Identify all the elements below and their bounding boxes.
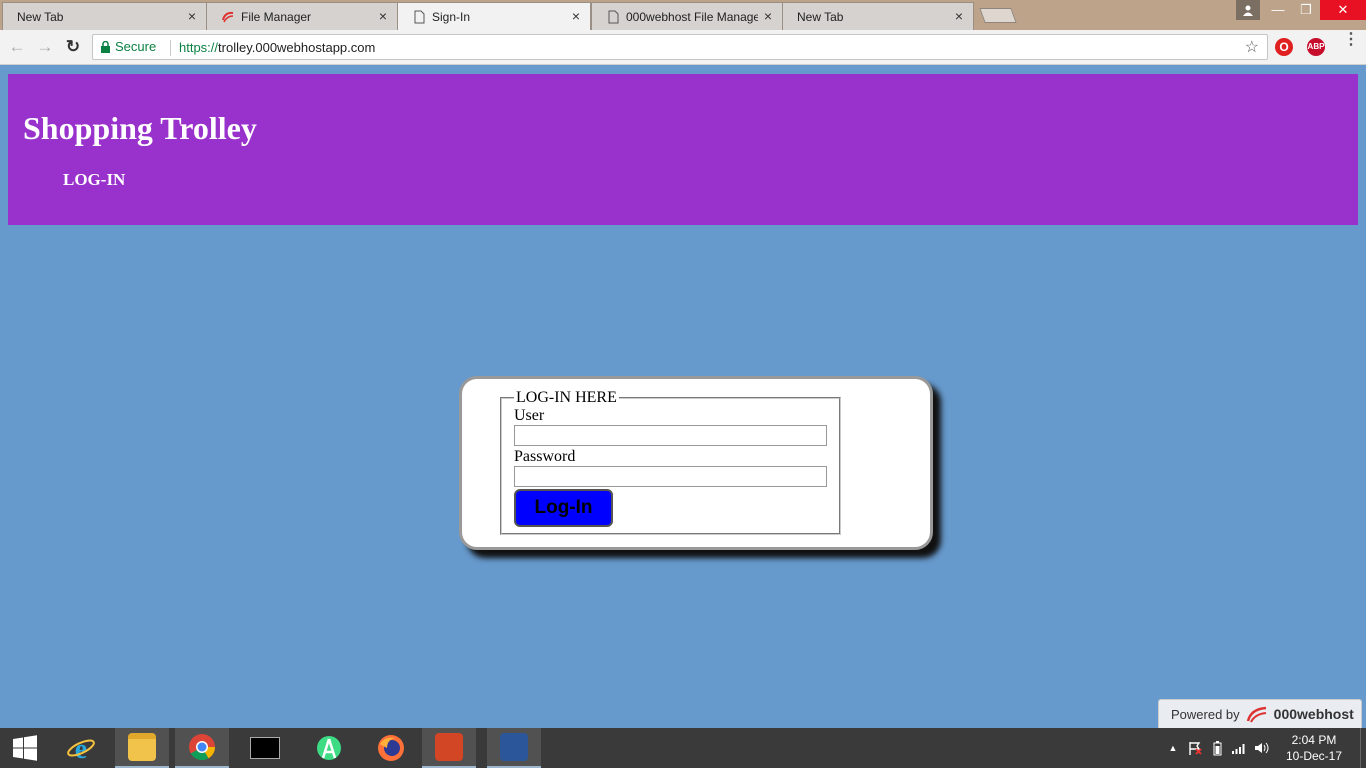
system-tray: ▲ 2:04 PM 10-Dec-17 [1162,728,1366,768]
bookmark-star-icon[interactable]: ☆ [1245,37,1259,57]
svg-text:e: e [75,734,87,763]
address-bar[interactable]: Secure https://trolley.000webhostapp.com… [92,34,1268,60]
start-icon [13,735,37,761]
taskbar-chrome[interactable] [175,728,229,768]
user-icon[interactable] [1236,0,1260,20]
close-window-button[interactable]: ✕ [1320,0,1366,20]
opera-extension-icon[interactable]: O [1275,38,1293,56]
taskbar-file-explorer[interactable] [115,728,169,768]
url-scheme: https:// [179,40,219,55]
close-icon[interactable]: × [188,8,196,24]
000webhost-icon [222,11,234,23]
internet-explorer-icon: e [67,734,95,763]
volume-icon[interactable] [1252,740,1270,756]
divider [170,40,171,56]
taskbar-powerpoint[interactable] [422,728,476,768]
firefox-icon [378,735,404,761]
login-card: LOG-IN HERE User Password Log-In [459,376,933,550]
url-text[interactable]: https://trolley.000webhostapp.com [179,40,375,55]
restore-button[interactable]: ❐ [1292,0,1320,20]
powered-by-label: Powered by [1171,706,1240,722]
powerpoint-icon [435,733,463,761]
file-explorer-icon [128,733,156,761]
taskbar-firefox[interactable] [364,728,418,768]
taskbar-word[interactable] [487,728,541,768]
windows-taskbar: e ▲ 2:04 PM 10-Dec-17 [0,728,1366,768]
command-prompt-icon [250,737,280,759]
tab-title: New Tab [17,10,64,24]
show-desktop-button[interactable] [1360,728,1366,768]
battery-icon[interactable] [1208,740,1226,756]
chrome-menu-icon[interactable]: ⋮ [1343,32,1359,48]
adblock-plus-icon[interactable]: ABP [1307,38,1325,56]
taskbar-android-studio[interactable] [302,728,356,768]
tab-sign-in[interactable]: Sign-In × [397,2,591,30]
tab-new-tab-2[interactable]: New Tab × [782,2,974,30]
tab-title: Sign-In [432,10,471,24]
android-studio-icon [317,736,341,760]
show-hidden-icons-chevron-icon[interactable]: ▲ [1164,743,1182,753]
close-icon[interactable]: × [764,8,772,24]
clock-date: 10-Dec-17 [1285,749,1342,763]
tab-title: New Tab [797,10,844,24]
user-input[interactable] [514,425,827,446]
taskbar-command-prompt[interactable] [238,728,292,768]
page-icon [414,10,425,24]
close-icon[interactable]: × [572,8,580,24]
reload-button[interactable]: ↻ [62,36,84,58]
word-icon [500,733,528,761]
tab-000webhost-file-manager[interactable]: 000webhost File Manage × [591,2,783,30]
network-signal-icon[interactable] [1230,740,1248,756]
tab-title: File Manager [241,10,312,24]
user-label: User [514,407,545,424]
login-legend: LOG-IN HERE [516,389,617,406]
tab-new-tab-1[interactable]: New Tab × [2,2,207,30]
url-host: trolley.000webhostapp.com [218,40,376,55]
chrome-icon [189,734,216,761]
action-center-flag-icon[interactable] [1186,740,1204,756]
password-label: Password [514,448,576,465]
start-button[interactable] [0,728,50,768]
site-header: Shopping Trolley LOG-IN [8,74,1358,225]
page-viewport: Shopping Trolley LOG-IN LOG-IN HERE User… [0,66,1366,729]
window-controls: — ❐ ✕ [1236,0,1366,20]
login-button[interactable]: Log-In [514,489,613,527]
000webhost-icon [1246,706,1266,723]
secure-indicator[interactable]: Secure [101,39,156,54]
browser-tab-strip: New Tab × File Manager × Sign-In × 000we… [0,0,1366,30]
powered-by-badge[interactable]: Powered by 000webhost [1158,699,1362,729]
back-button[interactable]: ← [6,36,28,58]
taskbar-internet-explorer[interactable]: e [54,728,108,768]
taskbar-clock[interactable]: 2:04 PM 10-Dec-17 [1286,732,1342,764]
login-fieldset: LOG-IN HERE User Password Log-In [500,389,841,535]
clock-time: 2:04 PM [1291,733,1337,747]
new-tab-button[interactable] [979,8,1017,23]
tab-file-manager[interactable]: File Manager × [206,2,398,30]
lock-icon [101,40,110,53]
minimize-button[interactable]: — [1264,0,1292,20]
page-icon [608,10,619,24]
close-icon[interactable]: × [955,8,963,24]
close-icon[interactable]: × [379,8,387,24]
password-input[interactable] [514,466,827,487]
site-title: Shopping Trolley [23,110,257,146]
nav-login-link[interactable]: LOG-IN [63,170,125,190]
forward-button[interactable]: → [34,36,56,58]
tab-title: 000webhost File Manage [626,10,758,24]
secure-label: Secure [115,39,157,54]
browser-toolbar: ← → ↻ Secure https://trolley.000webhosta… [0,30,1366,65]
powered-by-brand: 000webhost [1273,706,1354,722]
